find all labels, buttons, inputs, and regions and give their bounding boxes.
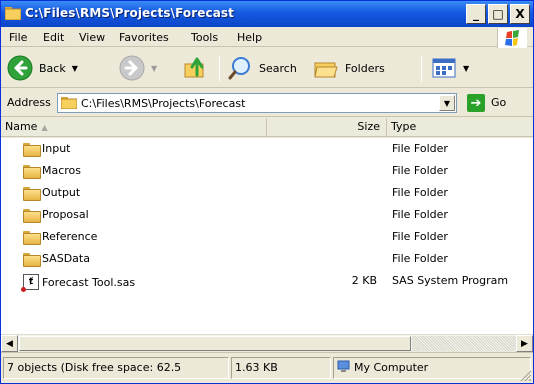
column-size-label: Size — [357, 120, 380, 133]
menu-help[interactable]: Help — [237, 31, 262, 44]
folder-icon — [23, 186, 41, 201]
folder-icon — [23, 230, 41, 245]
chevron-down-icon[interactable]: ▼ — [72, 64, 78, 73]
horizontal-scrollbar[interactable]: ◀ ▶ — [1, 334, 533, 352]
folder-icon — [5, 7, 21, 20]
minimize-button[interactable]: _ — [466, 4, 486, 24]
scroll-left-button[interactable]: ◀ — [1, 335, 18, 352]
sort-ascending-icon: ▲ — [41, 123, 48, 132]
file-type: File Folder — [392, 142, 448, 155]
chevron-down-icon: ▼ — [443, 98, 451, 108]
arrow-right-icon: ▶ — [521, 338, 528, 349]
file-type: SAS System Program — [392, 274, 509, 287]
views-grid-icon — [432, 58, 456, 78]
menu-favorites[interactable]: Favorites — [119, 31, 169, 44]
chevron-down-icon[interactable]: ▼ — [463, 64, 469, 73]
windows-logo-icon — [497, 28, 527, 50]
address-value: C:\Files\RMS\Projects\Forecast — [81, 97, 246, 110]
column-size[interactable]: Size — [267, 118, 387, 137]
go-arrow-icon: ➔ — [470, 95, 482, 111]
file-type: File Folder — [392, 230, 448, 243]
folders-label: Folders — [345, 61, 385, 75]
column-type-label: Type — [391, 120, 417, 133]
back-button[interactable]: Back ▼ — [7, 53, 78, 83]
column-header: Name ▲ Size Type — [1, 118, 533, 137]
standard-toolbar: Back ▼ ▼ Search Folders ▼ — [1, 48, 533, 88]
views-button[interactable]: ▼ — [431, 53, 469, 83]
resize-grip-icon[interactable] — [519, 369, 531, 381]
column-name-label: Name — [5, 120, 38, 133]
toolbar-separator — [219, 56, 220, 82]
folder-icon — [61, 97, 77, 109]
scrollbar-thumb[interactable] — [19, 336, 411, 351]
window-controls: _ □ X — [466, 4, 530, 24]
file-type: File Folder — [392, 186, 448, 199]
file-size: 2 KB — [351, 274, 377, 287]
menu-tools[interactable]: Tools — [191, 31, 218, 44]
menu-file[interactable]: File — [9, 31, 27, 44]
explorer-window: C:\Files\RMS\Projects\Forecast _ □ X Fil… — [0, 0, 534, 384]
folder-icon — [23, 208, 41, 223]
file-name: Input — [42, 142, 71, 155]
chevron-down-icon[interactable]: ▼ — [151, 64, 157, 73]
search-button[interactable]: Search — [227, 53, 297, 83]
folder-icon — [23, 252, 41, 267]
status-objects: 7 objects (Disk free space: 62.5 — [3, 357, 229, 379]
status-bar: 7 objects (Disk free space: 62.5 1.63 KB… — [1, 352, 533, 383]
sas-program-icon: ⱦ — [21, 274, 39, 292]
forward-button[interactable]: ▼ — [119, 53, 157, 83]
list-item[interactable]: Macros File Folder — [1, 160, 533, 182]
close-button[interactable]: X — [510, 4, 530, 24]
address-dropdown-button[interactable]: ▼ — [439, 95, 455, 111]
file-name: Output — [42, 186, 81, 199]
arrow-left-icon: ◀ — [6, 338, 13, 349]
my-computer-icon — [337, 360, 350, 372]
list-item[interactable]: Output File Folder — [1, 182, 533, 204]
go-label[interactable]: Go — [491, 96, 506, 109]
list-item[interactable]: SASData File Folder — [1, 248, 533, 270]
toolbar-separator — [421, 56, 422, 82]
search-icon — [228, 57, 250, 80]
window-title: C:\Files\RMS\Projects\Forecast — [25, 6, 234, 20]
file-type: File Folder — [392, 164, 448, 177]
up-button[interactable] — [183, 53, 209, 83]
file-type: File Folder — [392, 208, 448, 221]
folder-icon — [23, 142, 41, 157]
menu-bar: File Edit View Favorites Tools Help — [1, 27, 533, 50]
up-folder-icon — [184, 57, 204, 78]
column-type[interactable]: Type — [387, 118, 533, 137]
status-zone: My Computer — [333, 357, 531, 379]
file-name: SASData — [42, 252, 90, 265]
column-name[interactable]: Name ▲ — [1, 118, 267, 137]
status-zone-label: My Computer — [354, 361, 429, 374]
file-type: File Folder — [392, 252, 448, 265]
status-size: 1.63 KB — [231, 357, 331, 379]
menu-edit[interactable]: Edit — [43, 31, 64, 44]
folders-button[interactable]: Folders — [313, 53, 385, 83]
list-item[interactable]: ⱦ Forecast Tool.sas 2 KB SAS System Progr… — [1, 270, 533, 292]
address-input[interactable]: C:\Files\RMS\Projects\Forecast ▼ — [57, 93, 457, 113]
folders-icon — [314, 62, 338, 78]
title-bar[interactable]: C:\Files\RMS\Projects\Forecast _ □ X — [1, 1, 533, 27]
list-item[interactable]: Reference File Folder — [1, 226, 533, 248]
scrollbar-track[interactable] — [412, 336, 516, 351]
list-item[interactable]: Input File Folder — [1, 138, 533, 160]
back-label: Back — [39, 61, 66, 75]
file-list: Input File Folder Macros File Folder Out… — [1, 138, 533, 334]
forward-arrow-icon — [119, 55, 145, 81]
folder-icon — [23, 164, 41, 179]
maximize-button[interactable]: □ — [488, 4, 508, 24]
address-bar: Address C:\Files\RMS\Projects\Forecast ▼… — [1, 89, 533, 117]
file-name: Proposal — [42, 208, 89, 221]
search-label: Search — [259, 61, 297, 75]
file-name: Reference — [42, 230, 98, 243]
scroll-right-button[interactable]: ▶ — [516, 335, 533, 352]
go-button[interactable]: ➔ — [467, 94, 485, 112]
back-arrow-icon — [7, 55, 33, 81]
list-item[interactable]: Proposal File Folder — [1, 204, 533, 226]
file-name: Macros — [42, 164, 82, 177]
file-name: Forecast Tool.sas — [42, 275, 136, 289]
address-label: Address — [7, 96, 51, 109]
menu-view[interactable]: View — [79, 31, 105, 44]
